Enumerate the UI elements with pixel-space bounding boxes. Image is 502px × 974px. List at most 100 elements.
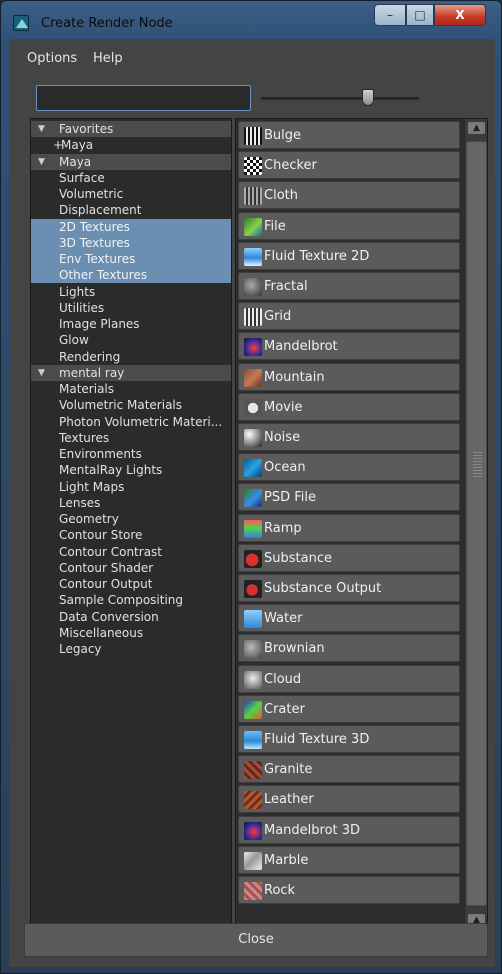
search-input[interactable] — [36, 85, 251, 111]
tree-item[interactable]: Data Conversion — [31, 609, 231, 625]
render-node-button[interactable]: Fluid Texture 3D — [238, 725, 460, 753]
render-node-button[interactable]: Movie — [238, 392, 460, 421]
brownian-icon — [244, 640, 262, 659]
title-bar[interactable]: Create Render Node – □ X — [1, 1, 501, 39]
tree-item[interactable]: 2D Textures — [31, 218, 231, 235]
tree-item-label: Photon Volumetric Materi... — [59, 414, 223, 429]
render-node-button[interactable]: Marble — [238, 845, 460, 874]
tree-group-header[interactable]: ▼ mental ray — [31, 364, 231, 381]
tree-item[interactable]: Environments — [31, 446, 231, 462]
render-node-button[interactable]: Granite — [238, 755, 460, 784]
render-node-button[interactable]: PSD File — [238, 483, 460, 512]
tree-group-header[interactable]: ▼ Favorites — [31, 121, 231, 137]
tree-item[interactable]: Light Maps — [31, 479, 231, 495]
tree-item-label: Geometry — [59, 512, 119, 526]
cloud-icon — [244, 670, 262, 689]
render-node-label: Movie — [264, 399, 303, 415]
render-node-button[interactable]: Bulge — [238, 121, 460, 149]
tree-item-label: Favorites — [59, 122, 114, 136]
tree-item[interactable]: Contour Output — [31, 576, 231, 592]
tree-item-label: 3D Textures — [59, 235, 130, 250]
tree-item[interactable]: Volumetric Materials — [31, 397, 231, 413]
tree-item[interactable]: Contour Contrast — [31, 544, 231, 560]
tree-item[interactable]: Contour Shader — [31, 560, 231, 576]
tree-item[interactable]: Textures — [31, 430, 231, 446]
render-node-button[interactable]: Checker — [238, 151, 460, 180]
tree-item[interactable]: Image Planes — [31, 316, 231, 332]
node-list-scrollbar[interactable]: ▲ ▲ ▼ — [464, 119, 487, 949]
render-node-button[interactable]: Brownian — [238, 634, 460, 663]
menu-options[interactable]: Options — [27, 51, 77, 66]
maximize-button[interactable]: □ — [406, 4, 434, 26]
tree-item-label: Utilities — [59, 300, 105, 315]
render-node-label: Ocean — [264, 460, 306, 476]
scroll-up-button[interactable]: ▲ — [467, 121, 486, 135]
tree-item[interactable]: Sample Compositing — [31, 592, 231, 608]
tree-item[interactable]: Env Textures — [31, 251, 231, 267]
scrollbar-thumb[interactable] — [466, 141, 487, 906]
menu-help[interactable]: Help — [93, 51, 123, 66]
render-node-button[interactable]: Substance — [238, 543, 460, 572]
expand-arrow-icon[interactable]: ▼ — [38, 365, 45, 381]
tree-item[interactable]: Surface — [31, 170, 231, 186]
render-node-button[interactable]: Mandelbrot — [238, 332, 460, 361]
render-node-button[interactable]: Fractal — [238, 272, 460, 300]
render-node-button[interactable]: File — [238, 211, 460, 240]
tree-item[interactable]: Lights — [31, 284, 231, 300]
movie-icon — [244, 398, 262, 417]
tree-item[interactable]: Displacement — [31, 202, 231, 218]
render-node-button[interactable]: Cloth — [238, 181, 460, 210]
render-node-button[interactable]: Leather — [238, 785, 460, 814]
tree-item[interactable]: 3D Textures — [31, 234, 231, 251]
tree-item[interactable]: Utilities — [31, 300, 231, 316]
render-node-button[interactable]: Ocean — [238, 453, 460, 482]
tree-item[interactable]: Materials — [31, 381, 231, 397]
render-node-label: Substance Output — [264, 581, 382, 596]
create-render-node-window: Create Render Node – □ X Options Help ▼ F… — [0, 0, 502, 974]
render-node-button[interactable]: Crater — [238, 694, 460, 723]
render-node-button[interactable]: Mandelbrot 3D — [238, 815, 460, 844]
render-node-button[interactable]: Mountain — [238, 362, 460, 391]
tree-item-label: MentalRay Lights — [59, 463, 163, 478]
close-window-button[interactable]: X — [434, 4, 486, 26]
grid-icon — [244, 308, 262, 327]
render-node-button[interactable]: Ramp — [238, 513, 460, 542]
minimize-button[interactable]: – — [374, 4, 406, 26]
tree-item[interactable]: Volumetric — [31, 186, 231, 202]
render-node-label: Fractal — [264, 279, 308, 294]
tree-group-header[interactable]: ▼ Maya — [31, 153, 231, 170]
tree-item-label: Maya — [61, 138, 94, 153]
tree-item[interactable]: Geometry — [31, 511, 231, 527]
tree-item[interactable]: Glow — [31, 332, 231, 348]
tree-item[interactable]: Miscellaneous — [31, 625, 231, 641]
render-node-button[interactable]: Cloud — [238, 664, 460, 693]
tree-item[interactable]: + Maya — [31, 137, 231, 153]
tree-item[interactable]: Lenses — [31, 495, 231, 511]
expand-arrow-icon[interactable]: ▼ — [38, 121, 45, 137]
render-node-button[interactable]: Grid — [238, 302, 460, 331]
render-node-button[interactable]: Noise — [238, 423, 460, 451]
granite-icon — [244, 761, 262, 780]
render-node-label: File — [264, 218, 286, 234]
icon-size-slider-track[interactable] — [261, 97, 419, 100]
render-node-button[interactable]: Rock — [238, 876, 460, 904]
tree-item[interactable]: Legacy — [31, 641, 231, 657]
render-node-label: Water — [264, 611, 303, 627]
tree-item[interactable]: Other Textures — [31, 267, 231, 284]
tree-item-label: Image Planes — [59, 317, 140, 331]
expand-arrow-icon[interactable]: ▼ — [38, 154, 45, 170]
icon-size-slider-handle[interactable] — [362, 89, 375, 106]
tree-item[interactable]: Contour Store — [31, 527, 231, 543]
close-button[interactable]: Close — [24, 923, 488, 957]
tree-item[interactable]: Photon Volumetric Materi... — [31, 414, 231, 430]
tree-item-label: Contour Shader — [59, 560, 154, 575]
tree-item[interactable]: Rendering — [31, 349, 231, 365]
render-node-button[interactable]: Fluid Texture 2D — [238, 241, 460, 270]
file-icon — [244, 217, 262, 236]
render-node-label: Noise — [264, 430, 301, 445]
tree-item[interactable]: MentalRay Lights — [31, 462, 231, 478]
render-node-label: Rock — [264, 883, 296, 898]
render-node-button[interactable]: Substance Output — [238, 574, 460, 602]
render-node-list: Bulge Checker Cloth File Fluid Texture 2D Fra… — [235, 118, 488, 950]
render-node-button[interactable]: Water — [238, 604, 460, 633]
